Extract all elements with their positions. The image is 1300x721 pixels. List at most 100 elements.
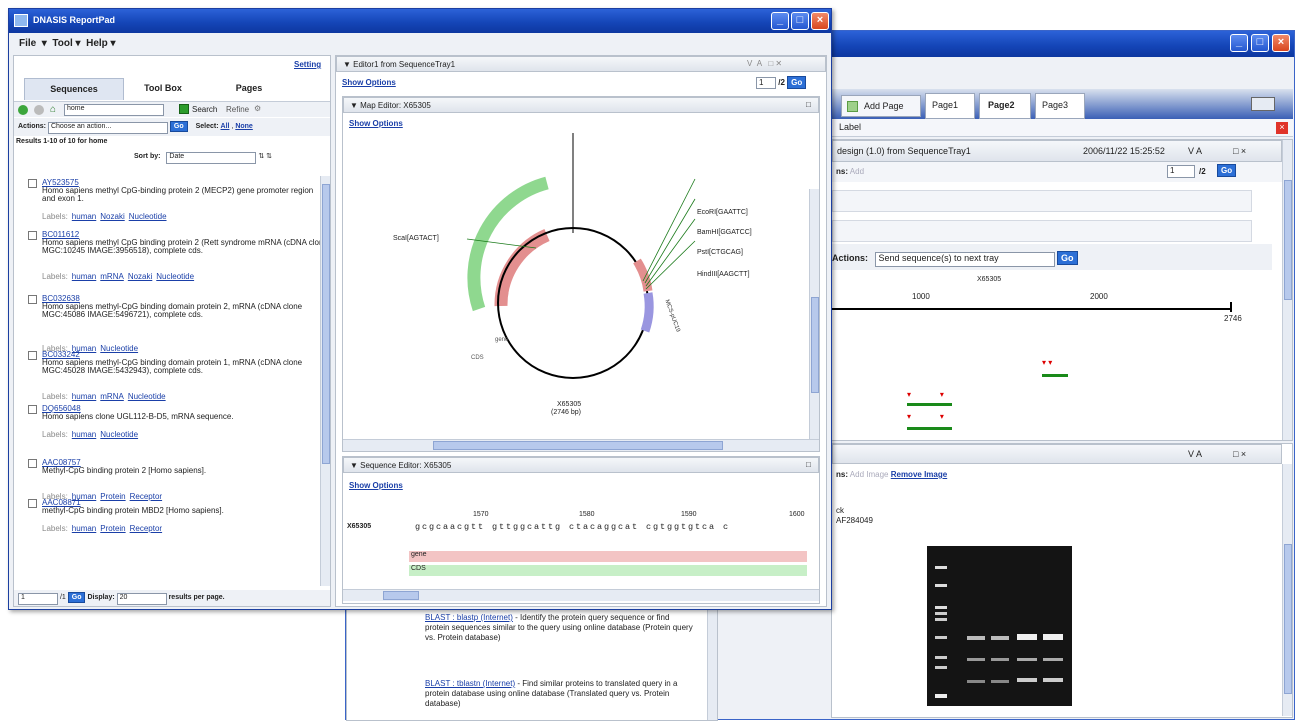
tab-page3[interactable]: Page3 — [1035, 93, 1085, 119]
label-tag-link[interactable]: Nozaki — [100, 212, 124, 221]
label-tag-link[interactable]: human — [72, 430, 96, 439]
result-description: Homo sapiens methyl-CpG binding domain p… — [42, 358, 303, 375]
label-button[interactable]: Label — [839, 122, 861, 132]
pager-go-button[interactable]: Go — [67, 592, 86, 603]
sortby-select[interactable]: Date — [166, 152, 257, 164]
result-checkbox[interactable] — [28, 231, 37, 240]
map-show-options[interactable]: Show Options — [349, 119, 403, 128]
tab-sequences[interactable]: Sequences — [24, 78, 124, 100]
ruler-1570: 1570 — [473, 511, 489, 518]
editor-page-input[interactable]: 1 — [756, 77, 776, 89]
result-checkbox[interactable] — [28, 351, 37, 360]
back-icon[interactable] — [18, 105, 28, 115]
design-collapse-controls[interactable]: V A — [1188, 146, 1202, 156]
tab-page2[interactable]: Page2 — [979, 93, 1031, 119]
maximize-button[interactable]: □ — [791, 12, 809, 30]
label-tag-link[interactable]: human — [72, 524, 96, 533]
map-site-scai: ScaI[AGTACT] — [393, 235, 439, 242]
sequence-text[interactable]: gcgcaacgtt gttggcattg ctacaggcat cgtggtg… — [415, 522, 730, 532]
result-checkbox[interactable] — [28, 295, 37, 304]
maximize-button[interactable]: □ — [1251, 34, 1269, 52]
blastp-link[interactable]: BLAST : blastp (Internet) — [425, 613, 513, 622]
select-none-link[interactable]: None — [235, 123, 253, 130]
design-page-input[interactable]: 1 — [1167, 165, 1195, 178]
result-checkbox[interactable] — [28, 499, 37, 508]
label-tag-link[interactable]: human — [72, 392, 96, 401]
tab-page1[interactable]: Page1 — [925, 93, 975, 119]
image-panel: V A □ × ns: Add Image Remove Image ck AF… — [831, 443, 1293, 718]
results-count: Results 1-10 of 10 for home — [16, 138, 108, 145]
results-list: AY523575 Homo sapiens methyl CpG-binding … — [14, 168, 328, 588]
label-tag-link[interactable]: Nucleotide — [129, 212, 167, 221]
primer-product-2 — [907, 403, 952, 406]
label-tag-link[interactable]: mRNA — [100, 272, 124, 281]
result-checkbox[interactable] — [28, 405, 37, 414]
search-button[interactable]: Search — [192, 105, 217, 114]
refine-button[interactable]: Refine — [226, 105, 249, 114]
label-tag-link[interactable]: Nucleotide — [100, 344, 138, 353]
result-labels: Labels: human Protein Receptor — [42, 524, 163, 533]
label-tag-link[interactable]: Protein — [100, 492, 125, 501]
seq-show-options[interactable]: Show Options — [349, 481, 403, 490]
label-tag-link[interactable]: human — [72, 212, 96, 221]
result-labels: Labels: human Nozaki Nucleotide — [42, 212, 167, 221]
editor-show-options[interactable]: Show Options — [342, 78, 396, 87]
image-label-text: ck — [836, 506, 844, 515]
result-checkbox[interactable] — [28, 179, 37, 188]
results-scrollbar[interactable] — [320, 176, 330, 586]
layout-icon[interactable] — [1251, 97, 1275, 111]
label-tag-link[interactable]: Nucleotide — [128, 392, 166, 401]
editor-go-button[interactable]: Go — [787, 76, 807, 89]
setting-link[interactable]: Setting — [294, 60, 321, 69]
minimize-button[interactable]: _ — [1230, 34, 1248, 52]
label-tag-link[interactable]: Nucleotide — [156, 272, 194, 281]
label-bar: Label × — [831, 119, 1293, 137]
sort-direction-icon[interactable]: ⇅ ⇅ — [258, 153, 272, 160]
design-actions-go[interactable]: Go — [1057, 251, 1078, 265]
minimize-button[interactable]: _ — [771, 12, 789, 30]
home-icon[interactable]: ⌂ — [50, 104, 56, 115]
search-row: ⌂ home Search Refine ⚙ — [14, 101, 330, 117]
map-hscrollbar[interactable] — [343, 439, 819, 451]
toolbox-scrollbar[interactable] — [707, 597, 717, 720]
menu-help[interactable]: Help — [86, 38, 108, 49]
search-input[interactable]: home — [64, 104, 164, 116]
select-all-link[interactable]: All — [221, 123, 230, 130]
filter-icon[interactable]: ⚙ — [254, 104, 261, 113]
label-tag-link[interactable]: Nozaki — [128, 272, 152, 281]
label-tag-link[interactable]: Protein — [100, 524, 125, 533]
tab-pages[interactable]: Pages — [214, 78, 284, 98]
tab-tool-box[interactable]: Tool Box — [128, 78, 198, 98]
label-tag-link[interactable]: Receptor — [130, 492, 162, 501]
design-actions-select[interactable]: Send sequence(s) to next tray — [874, 252, 1055, 267]
pager-page-input[interactable]: 1 — [18, 593, 58, 605]
add-image-link[interactable]: Add Image — [850, 470, 889, 479]
actions-select[interactable]: Choose an action... — [47, 122, 168, 134]
toolbox-entry: BLAST : tblastn (Internet) - Find simila… — [425, 679, 678, 708]
design-window-controls[interactable]: □ × — [1233, 146, 1246, 156]
actions-go-button[interactable]: Go — [169, 121, 188, 132]
design-scrollbar[interactable] — [1282, 140, 1292, 440]
label-tag-link[interactable]: Nucleotide — [100, 430, 138, 439]
menu-tool[interactable]: Tool — [52, 38, 72, 49]
close-button[interactable]: × — [811, 12, 829, 30]
map-scrollbar[interactable] — [809, 189, 819, 439]
forward-icon[interactable] — [34, 105, 44, 115]
display-count-select[interactable]: 20 — [116, 593, 167, 605]
image-scrollbar[interactable] — [1282, 464, 1292, 716]
remove-image-link[interactable]: Remove Image — [891, 470, 947, 479]
page-tabs: Add Page Page1 Page2 Page3 — [831, 89, 1293, 119]
result-description: Methyl-CpG binding protein 2 [Homo sapie… — [42, 466, 207, 475]
label-tag-link[interactable]: Receptor — [130, 524, 162, 533]
design-go-button[interactable]: Go — [1217, 164, 1237, 177]
tblastn-link[interactable]: BLAST : tblastn (Internet) — [425, 679, 515, 688]
close-page-icon[interactable]: × — [1276, 122, 1288, 134]
menu-file[interactable]: File — [19, 38, 36, 49]
label-tag-link[interactable]: human — [72, 272, 96, 281]
seq-hscrollbar[interactable] — [343, 589, 819, 601]
result-checkbox[interactable] — [28, 459, 37, 468]
search-icon[interactable] — [179, 104, 189, 114]
close-button[interactable]: × — [1272, 34, 1290, 52]
add-page-tab[interactable]: Add Page — [841, 95, 921, 117]
label-tag-link[interactable]: mRNA — [100, 392, 124, 401]
